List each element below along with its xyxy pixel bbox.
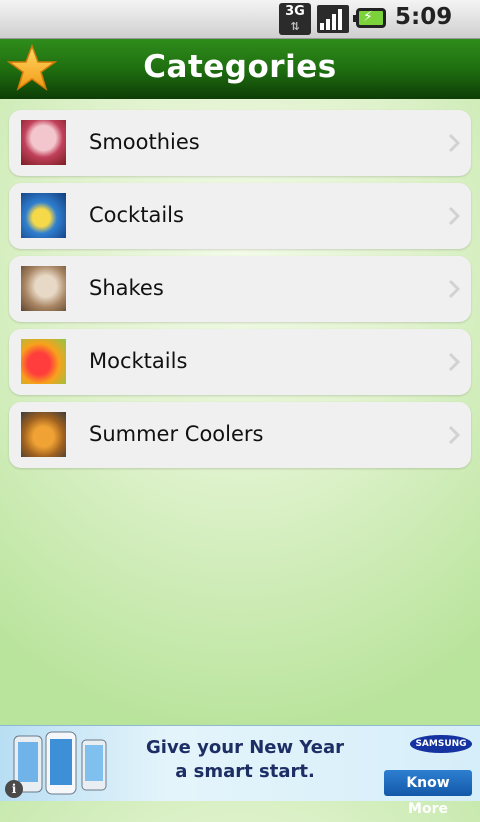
category-list: Smoothies Cocktails Shakes Mocktails Sum… xyxy=(9,110,471,475)
category-label: Cocktails xyxy=(89,203,184,227)
ad-line-2: a smart start. xyxy=(175,761,315,782)
category-label: Shakes xyxy=(89,276,164,300)
network-type: 3G xyxy=(285,4,305,19)
category-item-summer-coolers[interactable]: Summer Coolers xyxy=(9,402,471,468)
shakes-thumbnail xyxy=(21,266,66,311)
page-title: Categories xyxy=(143,49,337,85)
battery-charging-icon: ⚡ xyxy=(353,8,386,28)
info-icon[interactable]: i xyxy=(5,780,23,798)
title-bar: Categories xyxy=(0,39,480,99)
cocktails-thumbnail xyxy=(21,193,66,238)
category-item-cocktails[interactable]: Cocktails xyxy=(9,183,471,249)
chevron-right-icon xyxy=(448,133,461,153)
ad-headline: Give your New Year a smart start. xyxy=(125,736,365,784)
phones-image xyxy=(13,731,107,795)
ad-line-1: Give your New Year xyxy=(146,737,344,758)
ad-banner[interactable]: Give your New Year a smart start. SAMSUN… xyxy=(0,725,480,817)
category-label: Summer Coolers xyxy=(89,422,264,446)
network-3g-icon: 3G ⇅ xyxy=(279,3,311,35)
smoothies-thumbnail xyxy=(21,120,66,165)
category-item-shakes[interactable]: Shakes xyxy=(9,256,471,322)
samsung-logo: SAMSUNG xyxy=(410,735,472,753)
category-label: Smoothies xyxy=(89,130,200,154)
chevron-right-icon xyxy=(448,352,461,372)
status-bar: 3G ⇅ ⚡ 5:09 PM xyxy=(0,0,480,54)
category-item-smoothies[interactable]: Smoothies xyxy=(9,110,471,176)
mocktails-thumbnail xyxy=(21,339,66,384)
category-item-mocktails[interactable]: Mocktails xyxy=(9,329,471,395)
know-more-button[interactable]: Know More xyxy=(384,770,472,817)
clock-time: 5:09 xyxy=(395,4,453,30)
chevron-right-icon xyxy=(448,206,461,226)
category-label: Mocktails xyxy=(89,349,188,373)
summer-coolers-thumbnail xyxy=(21,412,66,457)
chevron-right-icon xyxy=(448,279,461,299)
signal-icon xyxy=(317,5,349,33)
chevron-right-icon xyxy=(448,425,461,445)
